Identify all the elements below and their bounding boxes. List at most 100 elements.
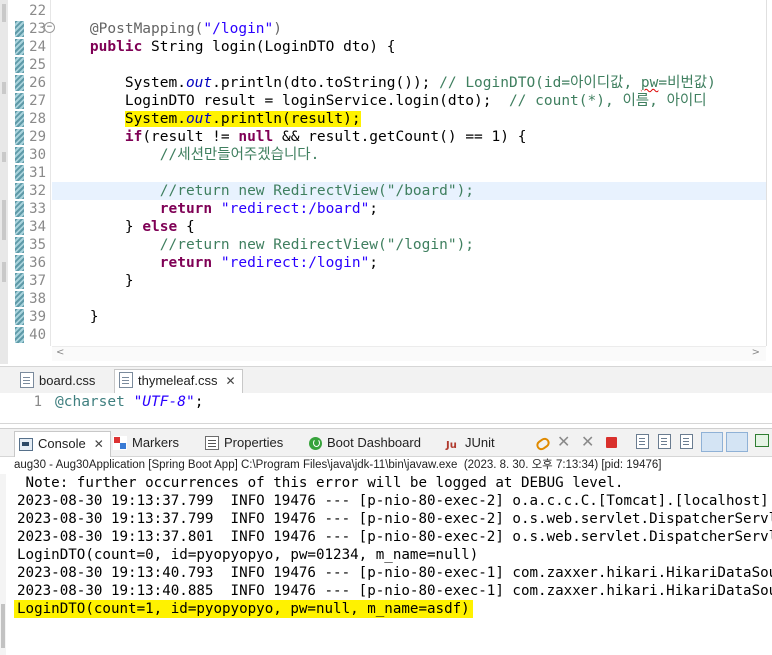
code-token: // LoginDTO(id=아이디값, xyxy=(439,75,641,91)
code-line[interactable]: 34 } else { xyxy=(0,218,772,236)
code-token: //return new RedirectView("/login"); xyxy=(159,237,475,253)
code-line[interactable]: 29 if(result != null && result.getCount(… xyxy=(0,128,772,146)
code-text: if(result != null && result.getCount() =… xyxy=(55,128,527,146)
fold-toggle-icon[interactable]: − xyxy=(44,22,55,33)
scroll-left-arrow-icon[interactable]: < xyxy=(56,347,64,358)
console-left-ruler xyxy=(0,474,6,655)
code-token: =비번값) xyxy=(658,75,716,91)
word-wrap-icon[interactable] xyxy=(680,434,693,449)
code-line[interactable]: 23− @PostMapping("/login") xyxy=(0,20,772,38)
code-token: String login(LoginDTO dto) { xyxy=(142,39,396,55)
code-token: (result != xyxy=(142,129,239,145)
code-line[interactable]: 33 return "redirect:/board"; xyxy=(0,200,772,218)
code-line[interactable]: 36 return "redirect:/login"; xyxy=(0,254,772,272)
line-number: 35 xyxy=(29,237,46,253)
code-line[interactable]: 35 //return new RedirectView("/login"); xyxy=(0,236,772,254)
code-line[interactable]: 25 xyxy=(0,56,772,74)
code-line[interactable]: 32 //return new RedirectView("/board"); xyxy=(0,182,772,200)
code-token: } xyxy=(55,309,99,325)
code-text: //세션만들어주겠습니다. xyxy=(55,146,320,164)
line-number: 37 xyxy=(29,273,46,289)
close-tab-icon[interactable]: ✕ xyxy=(225,374,235,388)
terminate-icon[interactable] xyxy=(606,437,617,448)
code-token: out xyxy=(185,111,213,127)
console-line: 2023-08-30 19:13:37.799 INFO 19476 --- [… xyxy=(17,511,772,527)
css-editor[interactable]: 1 @charset "UTF-8"; xyxy=(0,393,772,424)
console-view: Console ✕ Markers Properties Boot Dashboa… xyxy=(0,428,772,655)
css-at-rule: @charset xyxy=(55,394,125,410)
console-line: 2023-08-30 19:13:37.801 INFO 19476 --- [… xyxy=(17,529,772,545)
show-on-output-icon[interactable] xyxy=(701,432,723,452)
line-number: 28 xyxy=(29,111,46,127)
code-text: } else { xyxy=(55,218,195,236)
java-editor[interactable]: 22 23− @PostMapping("/login") 24 public St… xyxy=(0,0,772,364)
console-line: 2023-08-30 19:13:40.793 INFO 19476 --- [… xyxy=(17,565,772,581)
tab-markers[interactable]: Markers xyxy=(113,433,179,453)
link-icon[interactable] xyxy=(534,435,552,453)
editor-vertical-scrollbar[interactable] xyxy=(766,0,767,346)
code-text: return "redirect:/login"; xyxy=(55,254,378,272)
tab-console[interactable]: Console ✕ xyxy=(14,431,111,457)
code-token: ) xyxy=(273,21,282,37)
css-code-line[interactable]: @charset "UTF-8"; xyxy=(55,393,203,411)
code-token: .println(dto.toString()); xyxy=(212,75,440,91)
code-line[interactable]: 22 xyxy=(0,2,772,20)
line-number: 33 xyxy=(29,201,46,217)
code-token: "redirect:/board" xyxy=(220,201,370,217)
code-text: } xyxy=(55,272,134,290)
code-token: { xyxy=(177,219,195,235)
line-number: 27 xyxy=(29,93,46,109)
code-line[interactable]: 31 xyxy=(0,164,772,182)
console-icon xyxy=(19,438,33,451)
tab-label: Console xyxy=(38,436,86,451)
line-number: 31 xyxy=(29,165,46,181)
tab-properties[interactable]: Properties xyxy=(205,433,283,453)
line-number: 39 xyxy=(29,309,46,325)
clear-console-icon[interactable] xyxy=(636,434,649,449)
code-line[interactable]: 24 public String login(LoginDTO dto) { xyxy=(0,38,772,56)
tab-junit[interactable]: JUnit xyxy=(446,433,495,456)
line-number: 40 xyxy=(29,327,46,343)
code-line[interactable]: 40 xyxy=(0,326,772,344)
remove-all-icon[interactable]: ✕ xyxy=(581,434,597,450)
code-line[interactable]: 26 System.out.println(dto.toString()); /… xyxy=(0,74,772,92)
line-number: 24 xyxy=(29,39,46,55)
line-number: 23 xyxy=(29,21,46,37)
code-token: return xyxy=(159,201,213,217)
code-line[interactable]: 39 } xyxy=(0,308,772,326)
editor-horizontal-scrollbar[interactable]: < > xyxy=(52,346,766,361)
tab-board-css[interactable]: board.css xyxy=(20,370,95,392)
code-line[interactable]: 28 System.out.println(result); xyxy=(0,110,772,128)
code-line[interactable]: 38 xyxy=(0,290,772,308)
tab-boot-dashboard[interactable]: Boot Dashboard xyxy=(309,433,421,453)
css-file-icon xyxy=(119,372,133,388)
line-number: 30 xyxy=(29,147,46,163)
code-line[interactable]: 27 LoginDTO result = loginService.login(… xyxy=(0,92,772,110)
tab-thymeleaf-css[interactable]: thymeleaf.css ✕ xyxy=(114,369,243,394)
code-token: @PostMapping( xyxy=(89,21,204,37)
code-token: out xyxy=(185,75,213,91)
new-console-icon[interactable] xyxy=(755,434,769,447)
close-tab-icon[interactable]: ✕ xyxy=(94,437,104,451)
tab-label: board.css xyxy=(39,373,96,388)
code-line[interactable]: 37 } xyxy=(0,272,772,290)
show-on-error-icon[interactable] xyxy=(726,432,748,452)
code-text: return "redirect:/board"; xyxy=(55,200,378,218)
spring-boot-icon xyxy=(309,437,322,450)
remove-launch-icon[interactable]: ✕ xyxy=(557,434,573,450)
code-token: else xyxy=(142,219,178,235)
scroll-right-arrow-icon[interactable]: > xyxy=(752,347,760,358)
code-token: } xyxy=(55,273,134,289)
line-number: 38 xyxy=(29,291,46,307)
scroll-lock-icon[interactable] xyxy=(658,434,671,449)
code-line[interactable]: 30 //세션만들어주겠습니다. xyxy=(0,146,772,164)
code-token: return xyxy=(159,255,213,271)
code-token: LoginDTO result = loginService.login(dto… xyxy=(55,93,509,109)
code-text: public String login(LoginDTO dto) { xyxy=(55,38,396,56)
code-token: if xyxy=(124,129,143,145)
css-file-icon xyxy=(20,372,34,388)
